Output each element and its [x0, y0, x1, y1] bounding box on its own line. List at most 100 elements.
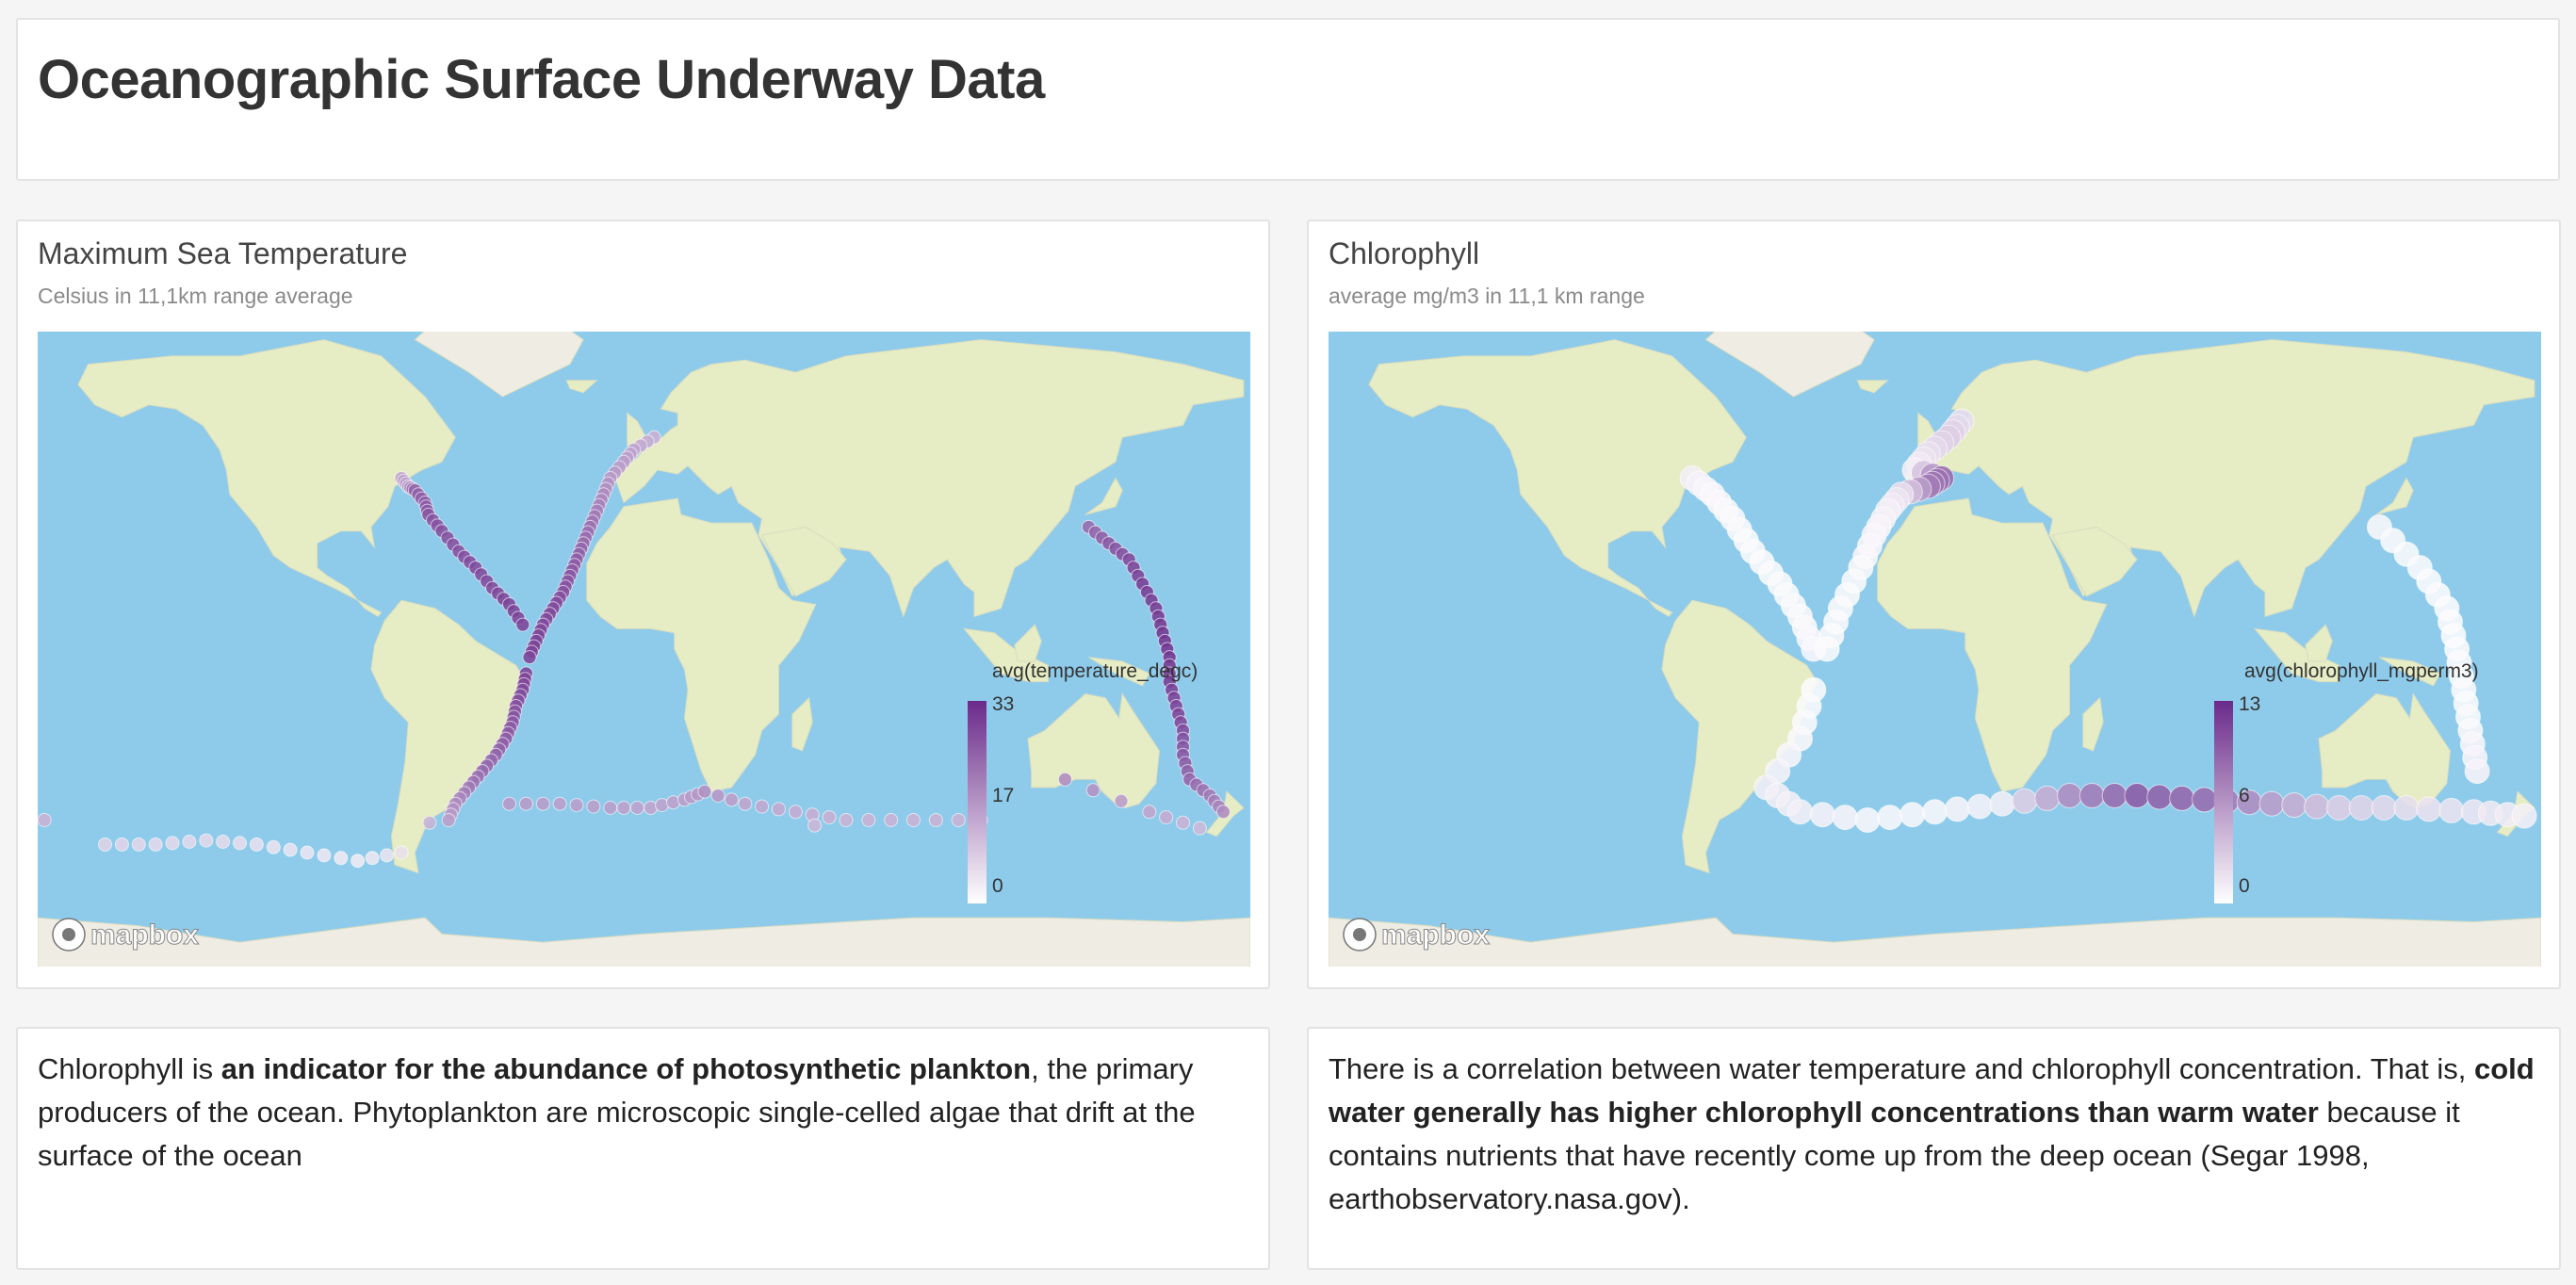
- data-point[interactable]: [2012, 788, 2038, 814]
- data-point[interactable]: [2281, 792, 2307, 819]
- data-point[interactable]: [2034, 785, 2061, 811]
- data-point[interactable]: [2304, 793, 2330, 820]
- data-point[interactable]: [199, 833, 214, 848]
- data-point[interactable]: [710, 789, 726, 803]
- data-point[interactable]: [2169, 785, 2195, 811]
- data-point[interactable]: [1899, 802, 1926, 828]
- data-point[interactable]: [2146, 784, 2173, 810]
- data-point[interactable]: [928, 813, 943, 827]
- data-point[interactable]: [1176, 815, 1190, 830]
- chlorophyll-map[interactable]: avg(chlorophyll_mgperm3) 13 6 0 mapbox: [1329, 332, 2541, 967]
- data-point[interactable]: [2326, 795, 2352, 821]
- data-point[interactable]: [300, 845, 315, 860]
- data-point[interactable]: [1989, 790, 2015, 817]
- data-point[interactable]: [441, 813, 456, 827]
- data-point[interactable]: [1215, 805, 1231, 820]
- data-point[interactable]: [2464, 758, 2490, 785]
- data-point[interactable]: [518, 796, 533, 811]
- data-point[interactable]: [1192, 821, 1207, 836]
- data-point[interactable]: [394, 845, 409, 860]
- data-point[interactable]: [839, 813, 854, 827]
- data-point[interactable]: [884, 813, 899, 827]
- data-point[interactable]: [2057, 783, 2082, 808]
- data-point[interactable]: [2258, 790, 2285, 817]
- data-point[interactable]: [861, 813, 876, 827]
- data-point[interactable]: [38, 813, 52, 827]
- data-point[interactable]: [515, 617, 530, 632]
- data-point[interactable]: [724, 792, 739, 807]
- chlorophyll-map-canvas[interactable]: avg(chlorophyll_mgperm3) 13 6 0 mapbox: [1329, 332, 2541, 967]
- data-point[interactable]: [822, 810, 837, 825]
- data-point[interactable]: [2511, 803, 2537, 829]
- data-point[interactable]: [365, 851, 380, 866]
- data-point[interactable]: [317, 848, 332, 863]
- data-point[interactable]: [2124, 783, 2150, 808]
- mapbox-logo[interactable]: mapbox: [1343, 918, 1491, 952]
- data-point[interactable]: [1966, 793, 1993, 820]
- data-point[interactable]: [2416, 796, 2442, 822]
- data-point[interactable]: [522, 650, 537, 665]
- data-point[interactable]: [535, 796, 550, 811]
- data-point[interactable]: [807, 818, 823, 833]
- text-run-bold: an indicator for the abundance of photos…: [220, 1052, 1032, 1085]
- header-card: Oceanographic Surface Underway Data: [16, 18, 2560, 181]
- data-point[interactable]: [1832, 805, 1858, 831]
- data-point[interactable]: [380, 848, 395, 863]
- data-point[interactable]: [697, 784, 712, 799]
- mapbox-wordmark: mapbox: [90, 919, 199, 951]
- text-run: There is a correlation between water tem…: [1329, 1052, 2474, 1085]
- data-point[interactable]: [1814, 636, 1840, 662]
- data-point[interactable]: [351, 854, 366, 869]
- data-point[interactable]: [1114, 793, 1129, 808]
- data-point[interactable]: [233, 836, 247, 851]
- description-card: Chlorophyll is an indicator for the abun…: [16, 1027, 1270, 1270]
- legend-title: avg(temperature_degc): [992, 660, 1198, 682]
- data-point[interactable]: [1877, 805, 1903, 831]
- data-point[interactable]: [772, 802, 786, 817]
- data-point[interactable]: [334, 851, 349, 866]
- data-point[interactable]: [629, 801, 644, 815]
- data-point[interactable]: [616, 801, 631, 815]
- temperature-map-canvas[interactable]: avg(temperature_degc) 33 17 0 mapbox: [38, 332, 1250, 967]
- correlation-card: There is a correlation between water tem…: [1307, 1027, 2561, 1270]
- data-point[interactable]: [182, 835, 197, 849]
- data-point[interactable]: [2101, 783, 2128, 808]
- data-point[interactable]: [755, 799, 770, 814]
- data-point[interactable]: [1787, 799, 1813, 825]
- data-point[interactable]: [738, 796, 753, 811]
- data-point[interactable]: [98, 837, 112, 852]
- data-point[interactable]: [114, 837, 129, 852]
- mapbox-logo[interactable]: mapbox: [52, 918, 200, 952]
- data-point[interactable]: [1922, 799, 1948, 825]
- data-point[interactable]: [603, 801, 618, 815]
- data-point[interactable]: [2079, 783, 2105, 808]
- data-point[interactable]: [283, 842, 298, 857]
- data-point[interactable]: [2438, 797, 2465, 823]
- data-point[interactable]: [216, 835, 231, 849]
- data-point[interactable]: [2371, 795, 2397, 821]
- data-point[interactable]: [1944, 796, 1970, 822]
- data-point[interactable]: [131, 837, 146, 852]
- data-point[interactable]: [586, 799, 601, 814]
- data-point[interactable]: [552, 796, 567, 811]
- data-point[interactable]: [2348, 795, 2374, 821]
- data-point[interactable]: [2393, 795, 2420, 821]
- data-point[interactable]: [788, 805, 803, 820]
- data-point[interactable]: [165, 836, 180, 851]
- data-point[interactable]: [249, 837, 264, 852]
- data-point[interactable]: [1809, 802, 1835, 828]
- data-point[interactable]: [569, 798, 584, 813]
- data-point[interactable]: [1142, 805, 1157, 820]
- data-point[interactable]: [1854, 807, 1881, 833]
- data-point[interactable]: [266, 839, 281, 854]
- data-point[interactable]: [502, 796, 516, 811]
- data-point[interactable]: [2192, 787, 2217, 813]
- data-point[interactable]: [1057, 772, 1072, 787]
- data-point[interactable]: [148, 837, 163, 852]
- data-point[interactable]: [951, 813, 966, 827]
- data-point[interactable]: [1085, 783, 1101, 798]
- data-point[interactable]: [906, 813, 921, 827]
- data-point[interactable]: [422, 815, 437, 830]
- data-point[interactable]: [1159, 810, 1174, 825]
- temperature-map[interactable]: avg(temperature_degc) 33 17 0 mapbox: [38, 332, 1250, 967]
